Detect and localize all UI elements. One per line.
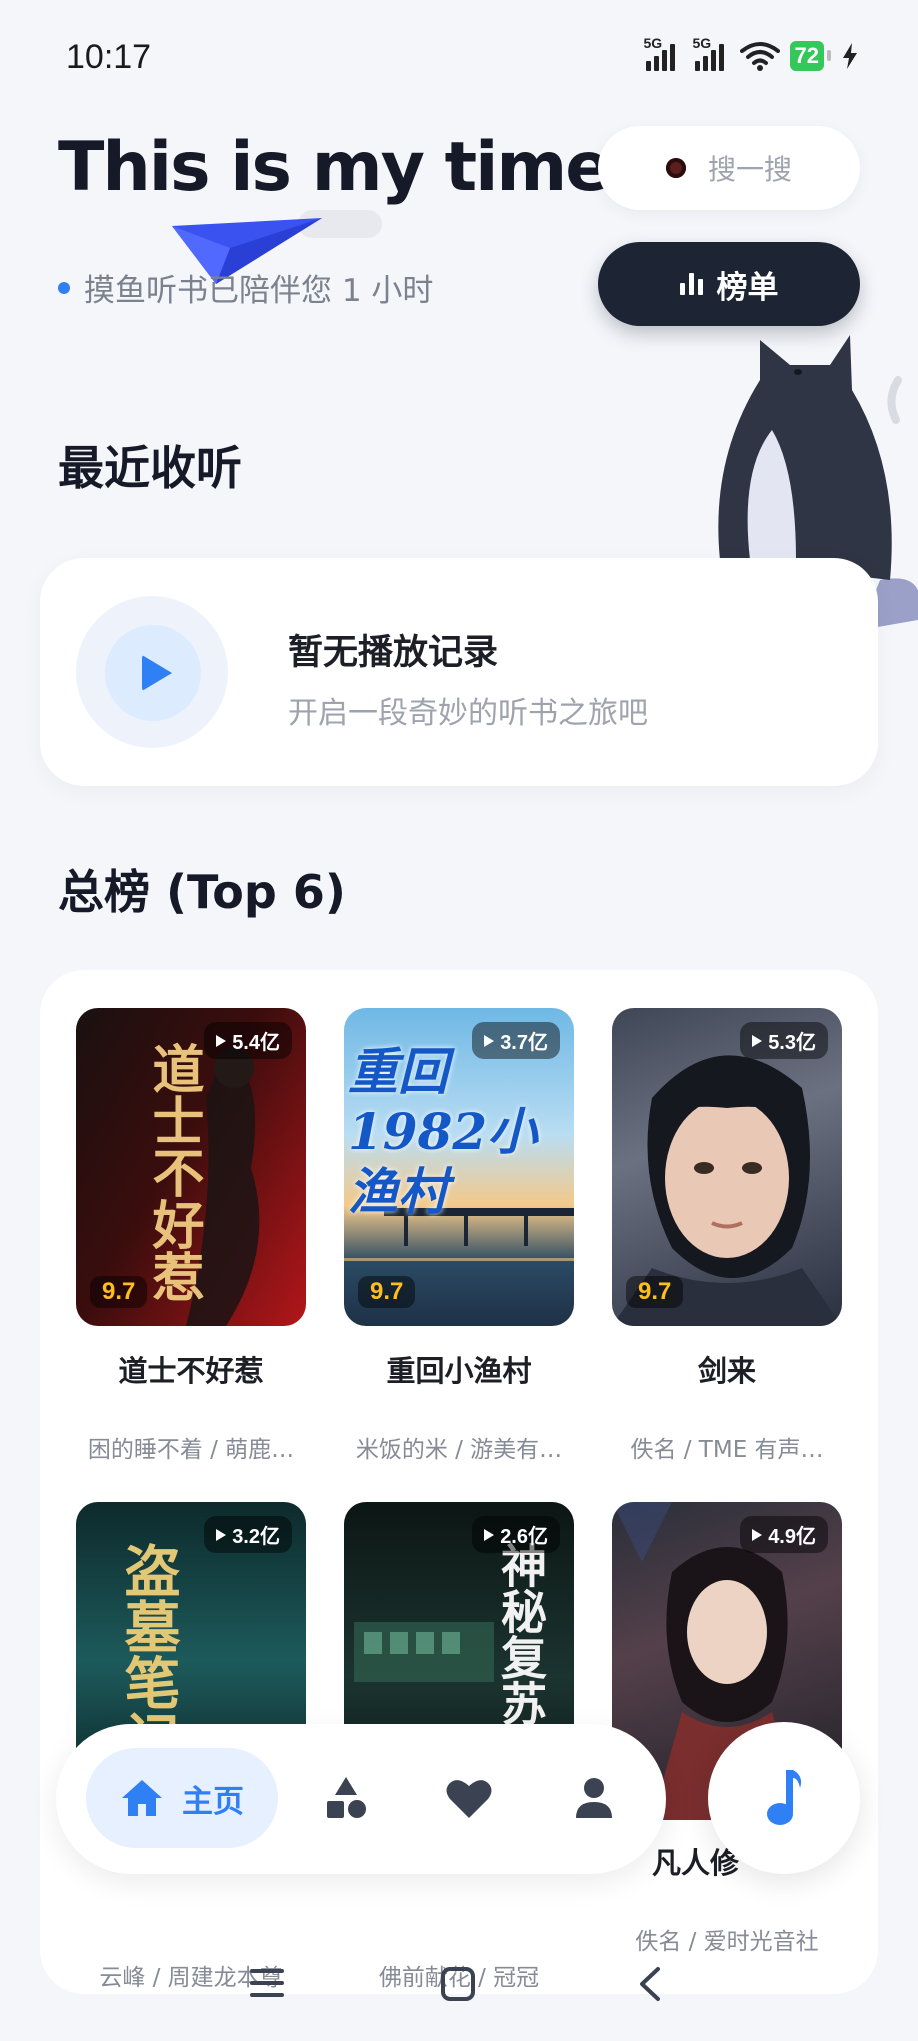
play-count-badge: 3.7亿 [472, 1022, 560, 1059]
status-dot [58, 281, 70, 294]
network-type-label-2: 5G [692, 35, 712, 51]
home-square-icon[interactable] [440, 1966, 476, 2002]
book-card[interactable]: 5.3亿 9.7 剑来 佚名 / TME 有声… [612, 1008, 842, 1464]
network-type-label: 5G [643, 35, 663, 51]
book-card[interactable]: 重回1982小渔村 3.7亿 9.7 重回小渔村 米饭的米 / 游美有… [344, 1008, 574, 1464]
nav-profile-tab[interactable] [568, 1772, 620, 1824]
status-time: 10:17 [66, 38, 152, 76]
menu-icon[interactable] [248, 1966, 286, 2000]
score-badge: 9.7 [358, 1276, 416, 1308]
empty-history-subtitle: 开启一段奇妙的听书之旅吧 [288, 696, 648, 731]
book-author: 佚名 / TME 有声… [630, 1437, 824, 1463]
play-small-icon [484, 1528, 495, 1541]
nav-home-label: 主页 [182, 1783, 244, 1820]
nav-home-tab[interactable]: 主页 [86, 1748, 278, 1848]
signal-icon-2: 5G [693, 35, 724, 71]
now-playing-button[interactable] [708, 1722, 860, 1874]
category-icon [327, 1777, 366, 1818]
hero-title: This is my time [58, 128, 611, 207]
music-note-icon [767, 1770, 802, 1825]
ranking-button[interactable]: 榜单 [598, 242, 860, 326]
recent-section-title: 最近收听 [58, 441, 242, 495]
bolt-icon [843, 43, 857, 69]
play-button[interactable] [105, 625, 201, 721]
book-card[interactable]: 道士不好惹 5.4亿 9.7 道士不好惹 困的睡不着 / 萌鹿… [76, 1008, 306, 1464]
wifi-icon [739, 42, 780, 71]
book-cover[interactable]: 5.3亿 9.7 [612, 1008, 842, 1326]
book-author: 困的睡不着 / 萌鹿… [87, 1437, 295, 1463]
signal-icon: 5G [644, 35, 675, 71]
book-title: 道士不好惹 [118, 1354, 264, 1388]
nav-category-tab[interactable] [320, 1772, 372, 1824]
search-label: 搜一搜 [707, 153, 792, 186]
play-count-badge: 2.6亿 [472, 1516, 560, 1553]
listening-duration: 摸鱼听书已陪伴您 1 小时 [58, 265, 433, 310]
score-badge: 9.7 [90, 1276, 148, 1308]
play-small-icon [216, 1034, 227, 1047]
bar-chart-icon [679, 273, 703, 295]
cover-title-art: 道士不好惹 [143, 1042, 204, 1302]
book-author: 佚名 / 爱时光音社 [635, 1929, 819, 1955]
play-small-icon [752, 1528, 763, 1541]
search-button[interactable]: 搜一搜 [598, 126, 860, 210]
play-icon [142, 655, 172, 691]
nav-favorites-tab[interactable] [443, 1772, 495, 1824]
top-list-title: 总榜 (Top 6) [58, 865, 346, 919]
play-count-badge: 4.9亿 [740, 1516, 828, 1553]
book-cover[interactable]: 重回1982小渔村 3.7亿 9.7 [344, 1008, 574, 1326]
home-icon [122, 1780, 162, 1816]
book-author: 米饭的米 / 游美有… [355, 1437, 563, 1463]
book-title: 重回小渔村 [386, 1354, 532, 1388]
play-small-icon [484, 1034, 495, 1047]
play-count-badge: 3.2亿 [204, 1516, 292, 1553]
play-small-icon [216, 1528, 227, 1541]
ranking-label: 榜单 [716, 269, 779, 306]
status-icons: 5G 5G 72 [644, 35, 858, 76]
search-indicator-icon [665, 158, 686, 178]
play-count-badge: 5.4亿 [204, 1022, 292, 1059]
empty-history-title: 暂无播放记录 [288, 633, 499, 673]
listening-duration-text: 摸鱼听书已陪伴您 1 小时 [84, 273, 434, 309]
play-count-badge: 5.3亿 [740, 1022, 828, 1059]
score-badge: 9.7 [626, 1276, 684, 1308]
user-icon [576, 1778, 612, 1818]
battery-indicator: 72 [789, 41, 832, 71]
system-nav-bar [0, 1962, 918, 2012]
back-icon[interactable] [636, 1966, 664, 2002]
cover-title-art: 重回1982小渔村 [348, 1042, 538, 1221]
heart-icon [446, 1780, 492, 1818]
book-title: 剑来 [697, 1354, 756, 1388]
book-cover[interactable]: 道士不好惹 5.4亿 9.7 [76, 1008, 306, 1326]
play-small-icon [752, 1034, 763, 1047]
